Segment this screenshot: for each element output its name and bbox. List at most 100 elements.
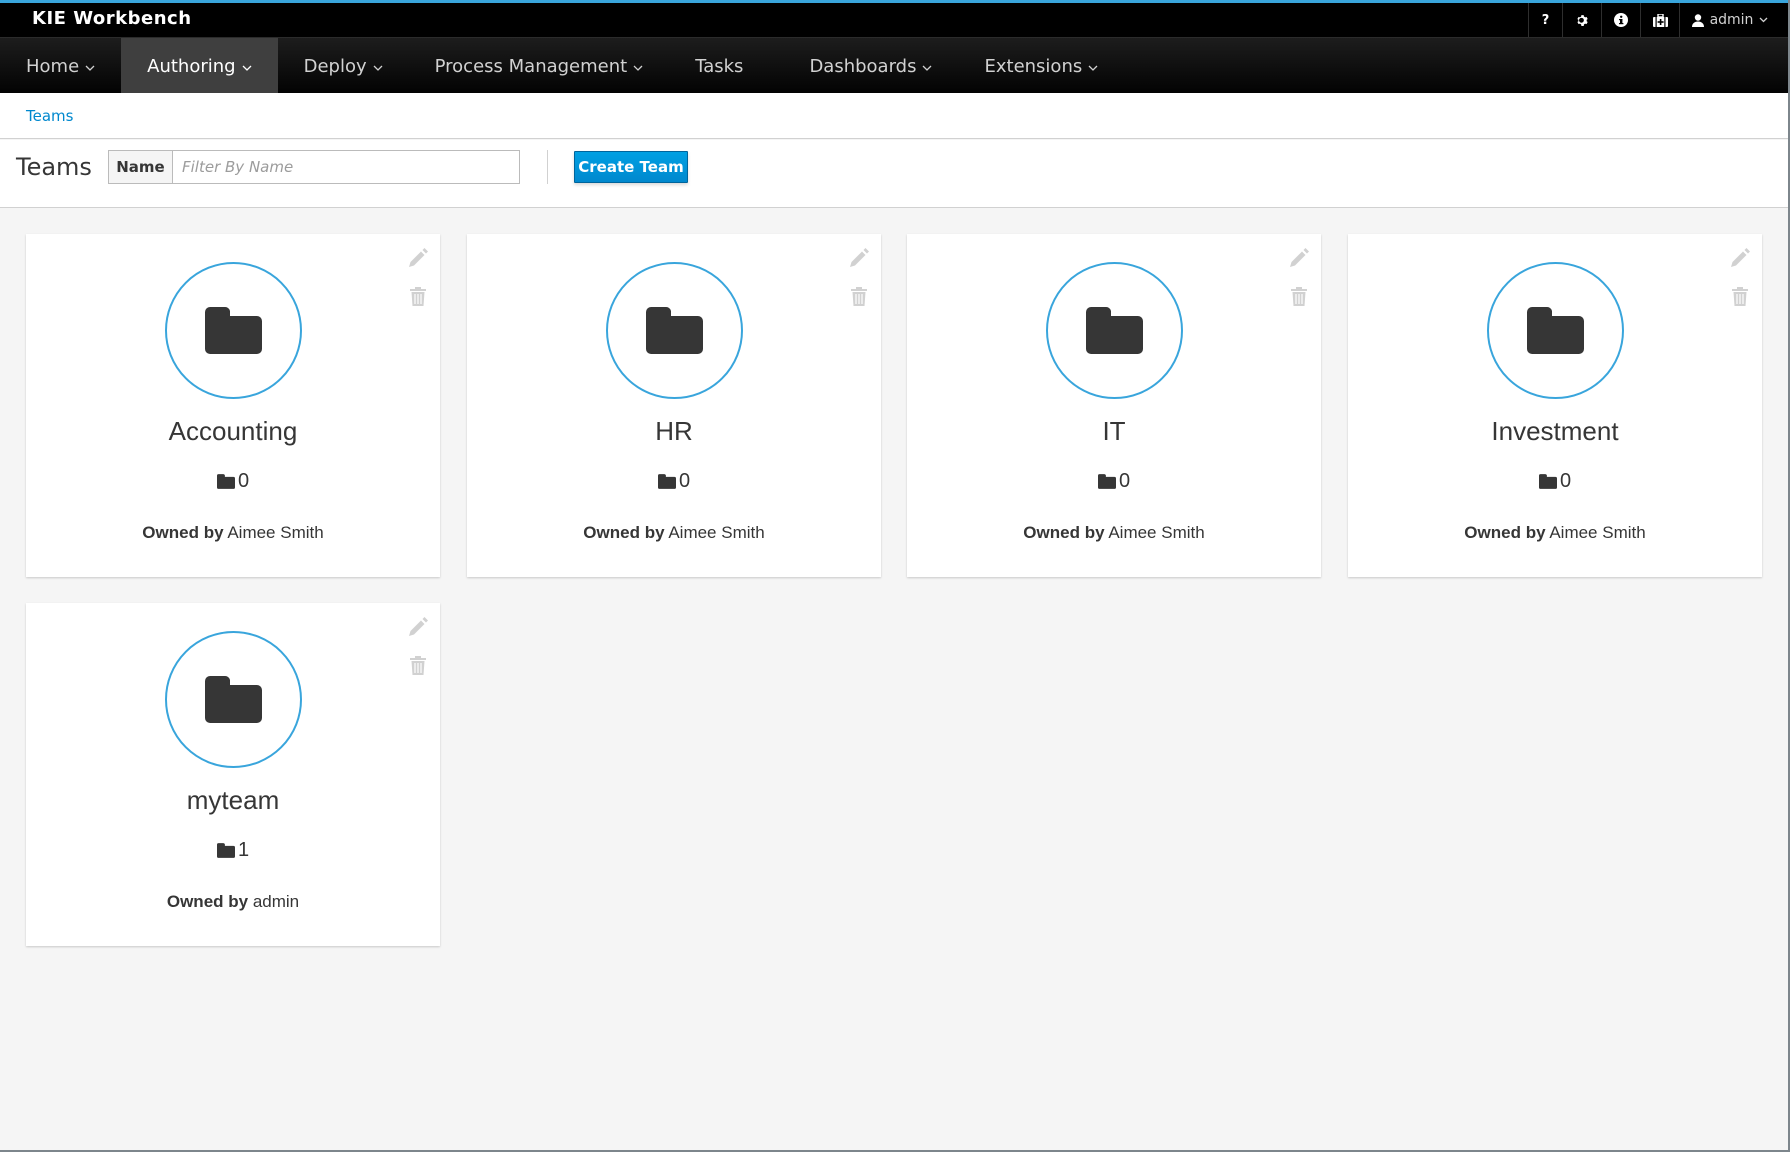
owned-by-label: Owned by [142, 523, 224, 542]
folder-icon [657, 474, 676, 489]
team-card[interactable]: HR 0 Owned by Aimee Smith [467, 234, 881, 577]
main-nav: Home Authoring Deploy Process Management… [0, 37, 1788, 94]
folder-icon [646, 307, 703, 354]
team-card[interactable]: myteam 1 Owned by admin [26, 603, 440, 946]
apps-button[interactable] [1640, 3, 1679, 37]
owner-name: Aimee Smith [227, 523, 324, 542]
team-owner: Owned by admin [26, 892, 440, 912]
nav-item-authoring[interactable]: Authoring [121, 38, 278, 94]
nav-item-label: Process Management [434, 55, 628, 77]
nav-item-label: Deploy [303, 55, 367, 77]
user-menu[interactable]: admin [1679, 3, 1788, 37]
nav-item-tasks[interactable]: Tasks [669, 38, 783, 94]
team-card[interactable]: IT 0 Owned by Aimee Smith [907, 234, 1321, 577]
pencil-icon[interactable] [406, 615, 430, 639]
folder-icon [1527, 307, 1584, 354]
help-button[interactable]: ? [1528, 3, 1562, 37]
nav-item-dashboards[interactable]: Dashboards [783, 38, 958, 94]
chevron-down-icon [373, 65, 383, 71]
card-actions [406, 615, 430, 691]
nav-item-label: Tasks [695, 55, 744, 77]
folder-icon [1086, 307, 1143, 354]
user-name: admin [1709, 12, 1754, 28]
owner-name: Aimee Smith [1108, 523, 1205, 542]
repo-count-value: 0 [1118, 470, 1131, 492]
nav-item-extensions[interactable]: Extensions [958, 38, 1124, 94]
nav-item-label: Authoring [147, 55, 236, 77]
brand-title: KIE Workbench [32, 8, 192, 29]
team-name: HR [655, 416, 693, 446]
card-actions [1287, 246, 1311, 322]
owner-name: admin [252, 892, 300, 911]
gear-icon [1576, 14, 1588, 26]
trash-icon[interactable] [847, 284, 871, 308]
settings-button[interactable] [1562, 3, 1601, 37]
owned-by-label: Owned by [1464, 523, 1546, 542]
folder-icon [1097, 474, 1116, 489]
filter-by-name-input[interactable] [172, 150, 520, 184]
team-avatar [165, 262, 302, 399]
card-actions [1728, 246, 1752, 322]
nav-item-label: Dashboards [809, 55, 917, 77]
nav-item-home[interactable]: Home [0, 38, 121, 94]
repo-count-value: 0 [1559, 470, 1572, 492]
owner-name: Aimee Smith [668, 523, 765, 542]
team-owner: Owned by Aimee Smith [1348, 523, 1762, 543]
chevron-down-icon [85, 65, 95, 71]
team-card[interactable]: Accounting 0 Owned by Aimee Smith [26, 234, 440, 577]
folder-icon [1538, 474, 1557, 489]
owned-by-label: Owned by [1023, 523, 1105, 542]
nav-item-process-management[interactable]: Process Management [409, 38, 670, 94]
folder-icon [205, 307, 262, 354]
teams-toolbar: Teams Name Create Team [0, 140, 1788, 208]
pencil-icon[interactable] [1728, 246, 1752, 270]
medkit-icon [1652, 13, 1668, 27]
team-name: Investment [1491, 416, 1619, 446]
folder-icon [205, 676, 262, 723]
nav-item-deploy[interactable]: Deploy [278, 38, 409, 94]
repo-count-value: 0 [237, 470, 250, 492]
team-owner: Owned by Aimee Smith [467, 523, 881, 543]
owner-name: Aimee Smith [1549, 523, 1646, 542]
team-avatar [1046, 262, 1183, 399]
pencil-icon[interactable] [1287, 246, 1311, 270]
trash-icon[interactable] [1287, 284, 1311, 308]
repo-count: 0 [907, 470, 1321, 493]
team-owner: Owned by Aimee Smith [26, 523, 440, 543]
team-card[interactable]: Investment 0 Owned by Aimee Smith [1348, 234, 1762, 577]
nav-item-label: Home [26, 55, 80, 77]
pencil-icon[interactable] [847, 246, 871, 270]
pencil-icon[interactable] [406, 246, 430, 270]
breadcrumb: Teams [0, 93, 1788, 139]
repo-count: 0 [467, 470, 881, 493]
chevron-down-icon [633, 65, 643, 71]
team-owner: Owned by Aimee Smith [907, 523, 1321, 543]
filter-addon-label: Name [108, 150, 172, 184]
repo-count: 0 [26, 470, 440, 493]
user-icon [1691, 13, 1704, 27]
card-actions [847, 246, 871, 322]
header-bar: KIE Workbench ? admin [0, 3, 1788, 37]
team-avatar [606, 262, 743, 399]
folder-icon [216, 474, 235, 489]
trash-icon[interactable] [1728, 284, 1752, 308]
team-avatar [1487, 262, 1624, 399]
breadcrumb-item-teams[interactable]: Teams [26, 107, 73, 125]
info-button[interactable] [1601, 3, 1640, 37]
team-name: IT [1102, 416, 1126, 446]
create-team-button[interactable]: Create Team [574, 151, 688, 183]
chevron-down-icon [1759, 17, 1768, 23]
repo-count-value: 0 [678, 470, 691, 492]
utility-menu: ? admin [1528, 3, 1788, 37]
toolbar-divider [547, 150, 548, 184]
chevron-down-icon [1088, 65, 1098, 71]
trash-icon[interactable] [406, 653, 430, 677]
trash-icon[interactable] [406, 284, 430, 308]
repo-count: 0 [1348, 470, 1762, 493]
chevron-down-icon [242, 65, 252, 71]
chevron-down-icon [923, 65, 932, 71]
page-title: Teams [16, 153, 92, 181]
repo-count: 1 [26, 839, 440, 862]
info-icon [1614, 13, 1628, 27]
team-name: myteam [186, 785, 280, 815]
